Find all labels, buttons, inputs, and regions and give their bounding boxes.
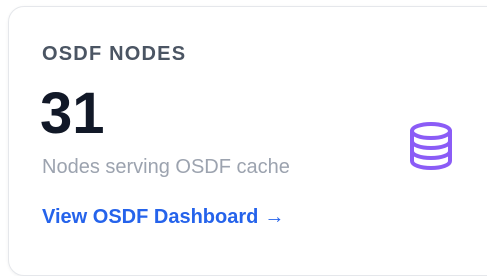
node-count: 31 <box>40 81 105 146</box>
osdf-nodes-card: OSDF NODES 31 Nodes serving OSDF cache V… <box>8 6 487 276</box>
metric-description: Nodes serving OSDF cache <box>42 156 290 178</box>
card-title: OSDF NODES <box>42 43 187 65</box>
database-icon <box>410 122 452 170</box>
arrow-right-icon: → <box>264 206 285 228</box>
view-dashboard-link-label: View OSDF Dashboard <box>42 206 259 228</box>
view-dashboard-link[interactable]: View OSDF Dashboard → <box>42 206 284 229</box>
